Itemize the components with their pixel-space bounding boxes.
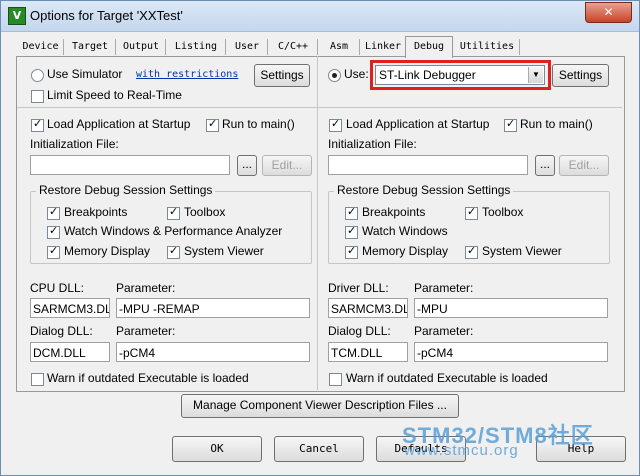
left-memory-label: Memory Display xyxy=(64,244,151,258)
tab-utilities[interactable]: Utilities xyxy=(455,39,520,55)
right-memory-checkbox[interactable] xyxy=(345,244,358,259)
right-init-file-input[interactable] xyxy=(328,155,528,175)
ok-button[interactable]: OK xyxy=(172,436,262,462)
left-system-viewer-checkbox[interactable] xyxy=(167,244,180,259)
watermark: STM32/STM8社区 www.stmcu.org xyxy=(402,418,594,459)
left-init-file-input[interactable] xyxy=(30,155,230,175)
right-run-to-main-label: Run to main() xyxy=(520,117,593,131)
left-dialog-param-input[interactable]: -pCM4 xyxy=(116,342,310,362)
tab-listing[interactable]: Listing xyxy=(167,39,226,55)
driver-dll-param-input[interactable]: -MPU xyxy=(414,298,608,318)
left-warn-checkbox[interactable] xyxy=(31,373,44,386)
left-load-app-label: Load Application at Startup xyxy=(47,117,191,131)
right-warn-checkbox[interactable] xyxy=(329,373,342,386)
use-simulator-label: Use Simulator xyxy=(47,67,123,81)
app-icon: V xyxy=(8,7,26,25)
right-dialog-param-label: Parameter: xyxy=(414,324,474,338)
right-restore-title: Restore Debug Session Settings xyxy=(334,183,514,197)
cancel-button[interactable]: Cancel xyxy=(274,436,364,462)
driver-dll-label: Driver DLL: xyxy=(328,281,389,295)
driver-dll-param-label: Parameter: xyxy=(414,281,474,295)
right-system-viewer-checkbox[interactable] xyxy=(465,244,478,259)
tab-linker[interactable]: Linker xyxy=(361,39,406,55)
right-system-viewer-label: System Viewer xyxy=(482,244,562,258)
left-warn-label: Warn if outdated Executable is loaded xyxy=(47,371,249,385)
tab-debug[interactable]: Debug xyxy=(405,36,453,58)
tab-asm[interactable]: Asm xyxy=(319,39,360,55)
manage-component-viewer-button[interactable]: Manage Component Viewer Description File… xyxy=(181,394,459,418)
right-memory-label: Memory Display xyxy=(362,244,449,258)
limit-speed-label: Limit Speed to Real-Time xyxy=(47,88,182,102)
right-toolbox-label: Toolbox xyxy=(482,205,524,219)
left-watch-checkbox[interactable] xyxy=(47,224,60,239)
tab-user[interactable]: User xyxy=(227,39,268,55)
left-memory-checkbox[interactable] xyxy=(47,244,60,259)
right-dialog-param-input[interactable]: -pCM4 xyxy=(414,342,608,362)
simulator-settings-button[interactable]: Settings xyxy=(254,64,310,87)
tab-output[interactable]: Output xyxy=(117,39,166,55)
right-watch-label: Watch Windows xyxy=(362,224,448,238)
watermark-url: www.stmcu.org xyxy=(404,442,519,459)
use-simulator-radio[interactable] xyxy=(31,69,44,82)
debugger-settings-button[interactable]: Settings xyxy=(552,64,609,87)
right-load-app-checkbox[interactable] xyxy=(329,117,342,132)
right-watch-checkbox[interactable] xyxy=(345,224,358,239)
right-breakpoints-label: Breakpoints xyxy=(362,205,426,219)
left-load-app-checkbox[interactable] xyxy=(31,117,44,132)
left-dialog-param-label: Parameter: xyxy=(116,324,176,338)
left-dialog-dll-label: Dialog DLL: xyxy=(30,324,93,338)
window-title: Options for Target 'XXTest' xyxy=(30,8,183,23)
title-bar: V Options for Target 'XXTest' ✕ xyxy=(1,1,639,32)
right-edit-button[interactable]: Edit... xyxy=(559,155,609,176)
right-run-to-main-checkbox[interactable] xyxy=(504,117,517,132)
left-restore-title: Restore Debug Session Settings xyxy=(36,183,216,197)
close-button[interactable]: ✕ xyxy=(585,2,632,23)
right-breakpoints-checkbox[interactable] xyxy=(345,205,358,220)
left-init-file-label: Initialization File: xyxy=(30,137,119,151)
left-watch-label: Watch Windows & Performance Analyzer xyxy=(64,224,283,238)
left-edit-button[interactable]: Edit... xyxy=(262,155,312,176)
right-browse-button[interactable]: ... xyxy=(535,155,555,176)
left-breakpoints-checkbox[interactable] xyxy=(47,205,60,220)
cpu-dll-param-input[interactable]: -MPU -REMAP xyxy=(116,298,310,318)
highlight-box xyxy=(370,60,551,90)
use-debugger-radio[interactable] xyxy=(328,69,341,82)
left-breakpoints-label: Breakpoints xyxy=(64,205,128,219)
left-run-to-main-label: Run to main() xyxy=(222,117,295,131)
limit-speed-checkbox[interactable] xyxy=(31,90,44,103)
cpu-dll-label: CPU DLL: xyxy=(30,281,85,295)
left-toolbox-label: Toolbox xyxy=(184,205,226,219)
right-warn-label: Warn if outdated Executable is loaded xyxy=(346,371,548,385)
left-toolbox-checkbox[interactable] xyxy=(167,205,180,220)
cpu-dll-input[interactable]: SARMCM3.DLL xyxy=(30,298,110,318)
tab-c-cpp[interactable]: C/C++ xyxy=(269,39,318,55)
right-dialog-dll-input[interactable]: TCM.DLL xyxy=(328,342,408,362)
row-divider xyxy=(17,107,622,108)
right-init-file-label: Initialization File: xyxy=(328,137,417,151)
left-system-viewer-label: System Viewer xyxy=(184,244,264,258)
tab-target[interactable]: Target xyxy=(65,39,116,55)
with-restrictions-link[interactable]: with restrictions xyxy=(136,69,238,80)
right-load-app-label: Load Application at Startup xyxy=(346,117,490,131)
right-toolbox-checkbox[interactable] xyxy=(465,205,478,220)
left-dialog-dll-input[interactable]: DCM.DLL xyxy=(30,342,110,362)
left-browse-button[interactable]: ... xyxy=(237,155,257,176)
tab-device[interactable]: Device xyxy=(18,39,64,55)
left-run-to-main-checkbox[interactable] xyxy=(206,117,219,132)
cpu-dll-param-label: Parameter: xyxy=(116,281,176,295)
use-label: Use: xyxy=(344,67,369,81)
right-dialog-dll-label: Dialog DLL: xyxy=(328,324,391,338)
driver-dll-input[interactable]: SARMCM3.DLL xyxy=(328,298,408,318)
